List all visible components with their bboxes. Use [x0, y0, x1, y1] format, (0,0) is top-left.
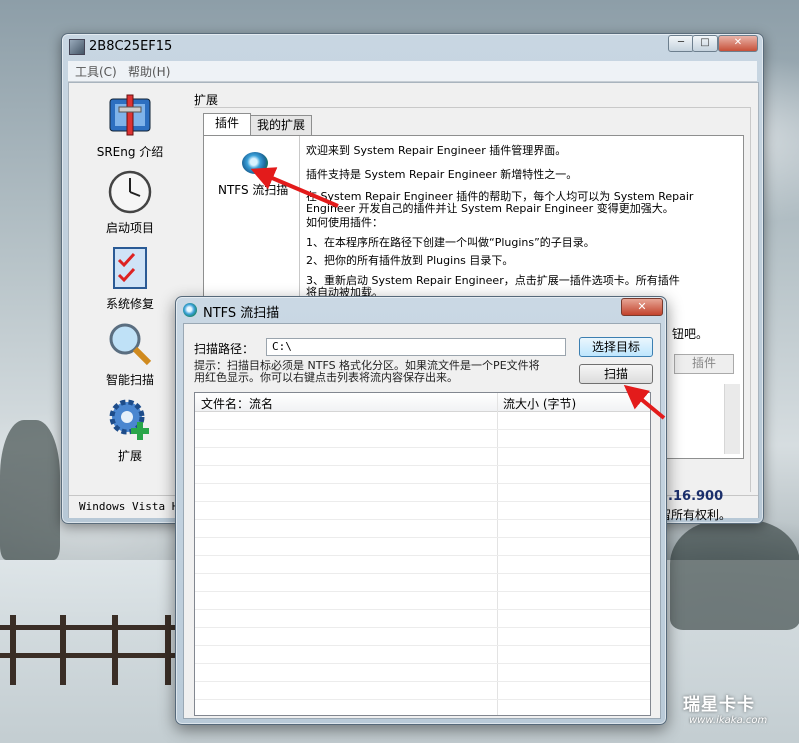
hint-line: 用红色显示。你可以右键点击列表将流内容保存出来。: [194, 371, 458, 384]
menu-bar: 工具(C) 帮助(H): [68, 61, 757, 82]
scan-hint: 提示：扫描目标必须是 NTFS 格式化分区。如果流文件是一个PE文件将 用红色显…: [194, 360, 574, 384]
status-os: Windows Vista Ho: [79, 500, 185, 513]
status-copyright: 留所有权利。: [659, 508, 732, 522]
nav-sreng-intro[interactable]: SREng 介绍: [85, 93, 175, 163]
app-icon: [69, 39, 85, 55]
list-row-line: [195, 501, 650, 502]
description-line: 插件支持是 System Repair Engineer 新增特性之一。: [306, 168, 578, 181]
list-row-line: [195, 483, 650, 484]
tree-silhouette: [670, 520, 799, 630]
description-partial: 钮吧。: [672, 327, 709, 341]
main-titlebar[interactable]: 2B8C25EF15 ─ □ ✕: [62, 34, 763, 60]
stream-list[interactable]: 文件名：流名 流大小 (字节): [194, 392, 651, 716]
list-row-line: [195, 699, 650, 700]
description-scrollbar[interactable]: [724, 384, 740, 454]
nav-label: SREng 介绍: [96, 145, 164, 159]
list-row-line: [195, 609, 650, 610]
list-row-line: [195, 447, 650, 448]
plugin-action-button[interactable]: 插件: [674, 354, 734, 374]
nav-smart-scan[interactable]: 智能扫描: [85, 321, 175, 391]
choose-target-button[interactable]: 选择目标: [579, 337, 653, 357]
list-row-line: [195, 663, 650, 664]
ntfs-scan-dialog: NTFS 流扫描 ✕ 扫描路径： 选择目标 提示：扫描目标必须是 NTFS 格式…: [175, 296, 667, 725]
nav-label: 系统修复: [105, 297, 154, 311]
scan-button[interactable]: 扫描: [579, 364, 653, 384]
column-header-filename[interactable]: 文件名：流名: [201, 395, 273, 412]
list-row-line: [195, 591, 650, 592]
list-row-line: [195, 537, 650, 538]
plugin-item-ntfs[interactable]: NTFS 流扫描: [218, 181, 288, 198]
clock-icon: [108, 170, 152, 214]
tab-my-extensions[interactable]: 我的扩展: [250, 115, 312, 135]
main-window-title: 2B8C25EF15: [89, 39, 173, 54]
dialog-title: NTFS 流扫描: [203, 306, 280, 321]
watermark: 瑞星卡卡 www.ikaka.com: [683, 690, 793, 735]
tree-silhouette: [0, 420, 60, 560]
description-line: 2、把你的所有插件放到 Plugins 目录下。: [306, 254, 514, 267]
dialog-close-button[interactable]: ✕: [621, 298, 663, 316]
toolbox-icon: [109, 94, 151, 136]
nav-startup-items[interactable]: 启动项目: [85, 169, 175, 239]
menu-help[interactable]: 帮助(H): [128, 63, 170, 80]
wooden-fence: [0, 615, 185, 685]
description-line: Engineer 开发自己的插件并让 System Repair Enginee…: [306, 202, 674, 215]
gear-plus-icon: [109, 399, 149, 440]
description-line: 欢迎来到 System Repair Engineer 插件管理界面。: [306, 144, 567, 157]
nav-label: 智能扫描: [105, 373, 154, 387]
minimize-button[interactable]: ─: [668, 35, 694, 52]
list-row-line: [195, 465, 650, 466]
ntfs-stream-icon: [183, 303, 197, 317]
description-line: 1、在本程序所在路径下创建一个叫做“Plugins”的子目录。: [306, 236, 595, 249]
list-row-line: [195, 429, 650, 430]
stream-list-header: 文件名：流名 流大小 (字节): [195, 393, 650, 412]
watermark-logo: 瑞星卡卡: [683, 695, 755, 715]
dialog-client-area: 扫描路径： 选择目标 提示：扫描目标必须是 NTFS 格式化分区。如果流文件是一…: [183, 323, 661, 719]
nav-label: 扩展: [117, 449, 142, 463]
menu-tools[interactable]: 工具(C): [75, 63, 117, 80]
nav-label: 启动项目: [105, 221, 154, 235]
column-header-size[interactable]: 流大小 (字节): [503, 395, 576, 412]
list-row-line: [195, 681, 650, 682]
ntfs-stream-icon[interactable]: [242, 152, 268, 174]
tab-plugins[interactable]: 插件: [203, 113, 251, 135]
description-line: 如何使用插件：: [306, 216, 383, 229]
nav-system-repair[interactable]: 系统修复: [85, 245, 175, 315]
list-row-line: [195, 555, 650, 556]
close-button[interactable]: ✕: [718, 35, 758, 52]
column-separator: [497, 393, 498, 715]
watermark-url: www.ikaka.com: [689, 715, 768, 726]
maximize-button[interactable]: □: [692, 35, 718, 52]
scan-path-input[interactable]: [266, 338, 566, 356]
scan-path-label: 扫描路径：: [194, 342, 255, 356]
checklist-icon: [113, 247, 147, 289]
list-row-line: [195, 627, 650, 628]
list-row-line: [195, 519, 650, 520]
group-label: 扩展: [194, 93, 219, 107]
list-row-line: [195, 645, 650, 646]
status-version: 5.16.900: [659, 489, 724, 504]
magnifier-icon: [109, 323, 152, 366]
list-row-line: [195, 573, 650, 574]
nav-extensions[interactable]: 扩展: [85, 397, 175, 467]
